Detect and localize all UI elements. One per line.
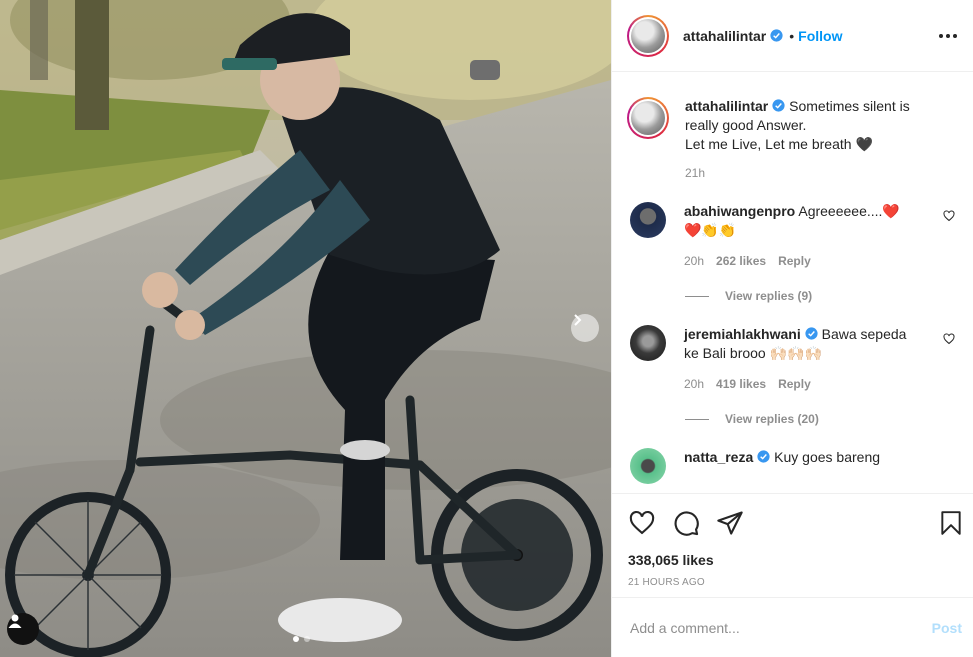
post-side-panel: attahalilintar • Follow attahalilintar S…	[611, 0, 973, 657]
view-replies-button[interactable]: View replies (20)	[685, 412, 958, 426]
comment-icon	[674, 511, 699, 536]
post-comment-button[interactable]: Post	[932, 620, 962, 636]
carousel-dots	[293, 636, 310, 642]
verified-badge-icon	[805, 327, 818, 340]
user-tags-button[interactable]	[7, 613, 39, 645]
like-button[interactable]	[628, 509, 656, 537]
author-username[interactable]: attahalilintar	[683, 28, 766, 44]
heart-icon[interactable]	[943, 333, 955, 345]
save-button[interactable]	[938, 509, 964, 537]
photo-illustration	[0, 0, 611, 657]
comment-time: 20h	[684, 377, 705, 391]
post-header: attahalilintar • Follow	[612, 0, 973, 72]
comment-emojis: 🙌🏻🙌🏻🙌🏻	[769, 345, 822, 361]
post-time-ago: 21 HOURS AGO	[628, 577, 705, 588]
carousel-dot	[304, 636, 310, 642]
comment-item: natta_reza Kuy goes bareng	[627, 448, 958, 484]
comment-meta: 20h 262 likes Reply	[684, 252, 914, 271]
bookmark-icon	[941, 511, 961, 535]
commenter-avatar[interactable]	[630, 325, 666, 361]
comment-text: Agreeeeee....	[798, 203, 883, 219]
post-actions: 338,065 likes 21 HOURS AGO	[612, 493, 973, 588]
commenter-avatar[interactable]	[630, 202, 666, 238]
heart-icon	[629, 510, 655, 535]
comment-likes[interactable]: 419 likes	[716, 375, 766, 394]
add-comment-bar: Post	[612, 597, 973, 657]
verified-badge-icon	[772, 99, 785, 112]
caption-time: 21h	[685, 166, 706, 180]
comment-button[interactable]	[672, 509, 700, 537]
verified-badge-icon	[757, 450, 770, 463]
comment-username[interactable]: natta_reza	[684, 449, 753, 465]
heart-icon[interactable]	[943, 210, 955, 222]
comment-username[interactable]: jeremiahlakhwani	[684, 326, 801, 342]
caption-username[interactable]: attahalilintar	[685, 98, 768, 114]
carousel-dot-active	[293, 636, 299, 642]
comment-item: jeremiahlakhwani Bawa sepeda ke Bali bro…	[627, 325, 958, 394]
post-caption: attahalilintar Sometimes silent is reall…	[627, 97, 958, 154]
caption-emoji: 🖤	[855, 136, 873, 152]
comment-time: 20h	[684, 254, 705, 268]
paper-plane-icon	[717, 511, 743, 535]
caption-avatar[interactable]	[627, 97, 669, 139]
post-photo[interactable]	[0, 0, 611, 657]
follow-button[interactable]: Follow	[798, 28, 842, 44]
reply-button[interactable]: Reply	[778, 375, 811, 394]
comments-list[interactable]: attahalilintar Sometimes silent is reall…	[612, 73, 973, 493]
more-horizontal-icon	[939, 33, 943, 38]
comment-item: abahiwangenpro Agreeeeee....❤️❤️👏👏 20h 2…	[627, 202, 958, 271]
caption-text: attahalilintar Sometimes silent is reall…	[685, 97, 945, 154]
commenter-avatar[interactable]	[630, 448, 666, 484]
comment-text: Kuy goes bareng	[774, 449, 881, 465]
comment-username[interactable]: abahiwangenpro	[684, 203, 795, 219]
comment-input[interactable]	[630, 619, 932, 636]
reply-button[interactable]: Reply	[778, 252, 811, 271]
comment-meta: 20h 419 likes Reply	[684, 375, 914, 394]
chevron-right-icon	[574, 314, 582, 326]
comment-likes[interactable]: 262 likes	[716, 252, 766, 271]
share-button[interactable]	[716, 509, 744, 537]
verified-badge-icon	[770, 29, 783, 42]
next-photo-button[interactable]	[571, 314, 599, 342]
view-replies-button[interactable]: View replies (9)	[685, 289, 958, 303]
more-options-button[interactable]	[939, 33, 957, 38]
user-tag-icon	[8, 614, 22, 628]
action-icons	[628, 494, 964, 552]
likes-count[interactable]: 338,065 likes	[628, 552, 964, 568]
author-avatar[interactable]	[627, 14, 669, 57]
follow-separator: •	[789, 27, 795, 44]
caption-line-2: Let me Live, Let me breath	[685, 136, 852, 152]
